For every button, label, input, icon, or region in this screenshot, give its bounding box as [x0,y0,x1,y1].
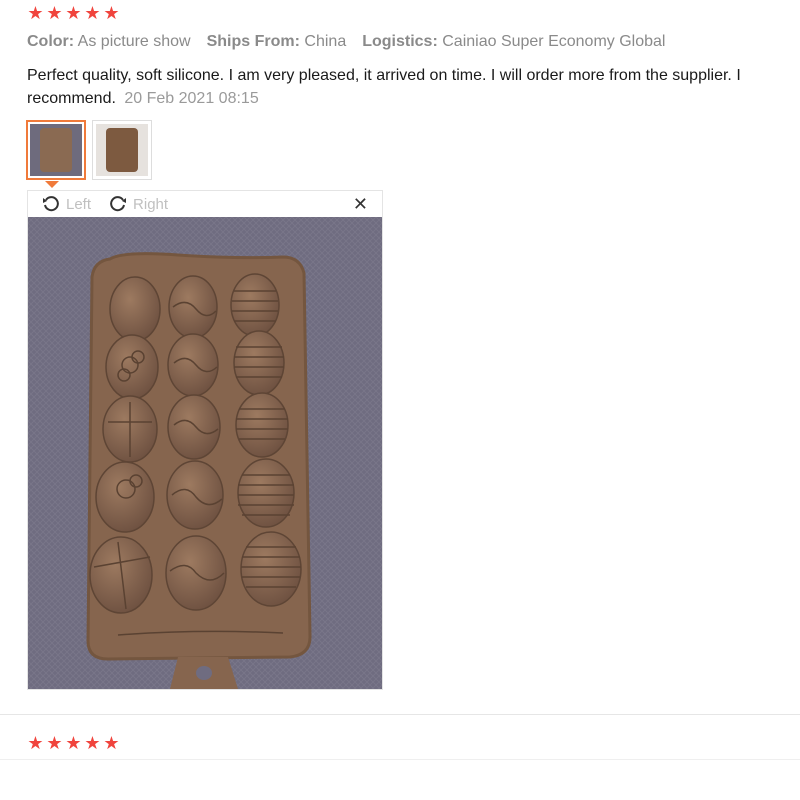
star-icon: ★ [46,733,63,754]
color-info: Color: As picture show [27,33,191,51]
star-icon: ★ [65,3,82,24]
rotate-left-label: Left [66,195,92,213]
review-photo [28,217,382,689]
chocolate-mold-photo [28,217,382,689]
star-icon: ★ [65,733,82,754]
color-value: As picture show [77,33,191,50]
star-icon: ★ [84,3,101,24]
rotate-right-icon [109,195,127,213]
review-text: Perfect quality, soft silicone. I am ver… [27,64,800,110]
rotate-left-button[interactable]: Left [42,195,91,213]
thumbnail-image [30,124,82,176]
rotate-left-icon [42,195,60,213]
ships-value: China [304,33,347,50]
review-date: 20 Feb 2021 08:15 [124,90,259,107]
logistics-value: Cainiao Super Economy Global [442,33,666,50]
review-divider [0,759,800,760]
photo-viewer: Left Right ✕ [27,190,383,690]
ships-info: Ships From: China [207,33,347,51]
star-icon: ★ [27,3,44,24]
star-icon: ★ [84,733,101,754]
rating-stars: ★ ★ ★ ★ ★ [27,734,120,754]
review-divider [0,714,800,715]
ships-label: Ships From: [206,33,300,50]
star-icon: ★ [27,733,44,754]
active-thumbnail-indicator [45,181,59,188]
rotate-right-label: Right [133,195,169,213]
rating-stars: ★ ★ ★ ★ ★ [27,4,120,24]
color-label: Color: [27,33,75,50]
close-icon[interactable]: ✕ [353,194,368,215]
viewer-toolbar: Left Right ✕ [28,191,382,217]
logistics-label: Logistics: [362,33,438,50]
star-icon: ★ [103,733,120,754]
thumbnail-image [96,124,148,176]
star-icon: ★ [46,3,63,24]
photo-thumbnails [26,120,152,180]
logistics-info: Logistics: Cainiao Super Economy Global [362,33,665,51]
review-meta: Color: As picture show Ships From: China… [27,33,665,51]
thumbnail-1[interactable] [26,120,86,180]
rotate-right-button[interactable]: Right [109,195,168,213]
thumbnail-2[interactable] [92,120,152,180]
star-icon: ★ [103,3,120,24]
